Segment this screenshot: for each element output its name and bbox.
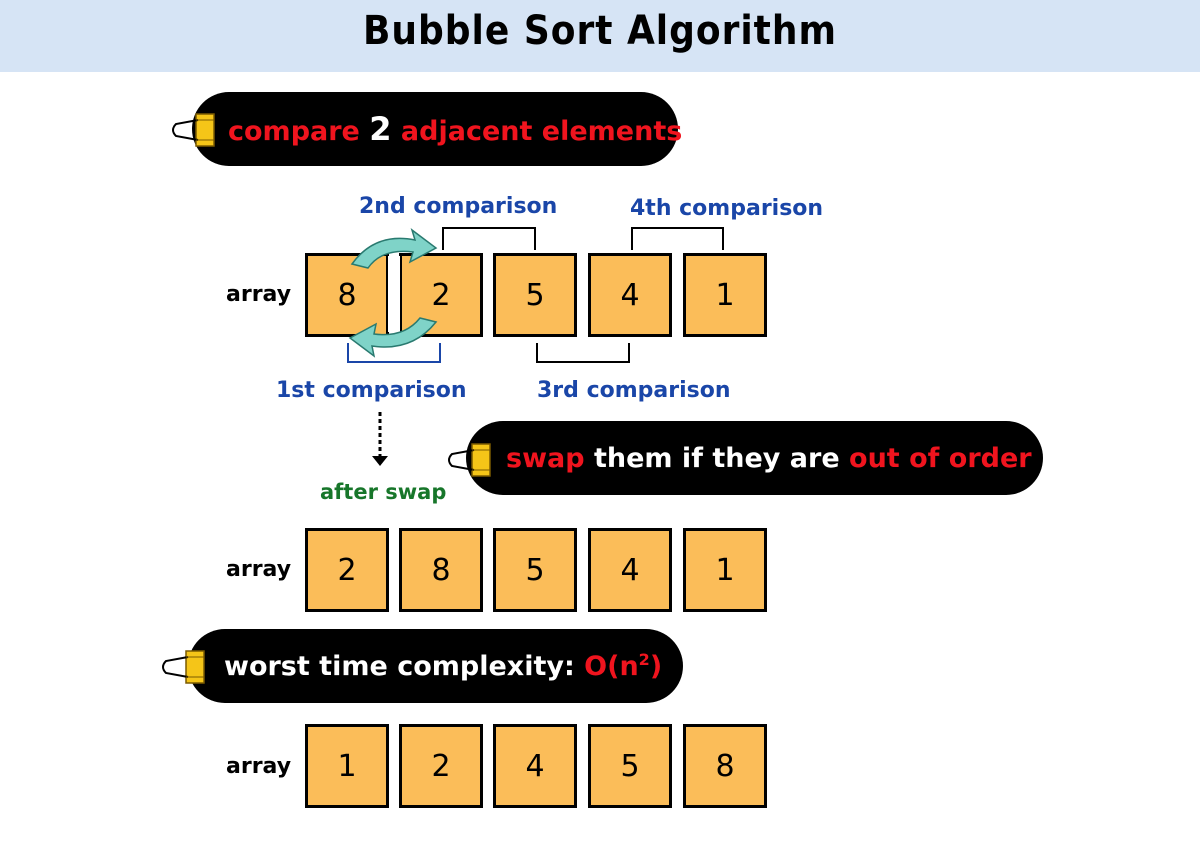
complexity-prefix: O(n	[584, 651, 639, 682]
array-cell: 2	[305, 528, 389, 612]
array-cell: 5	[588, 724, 672, 808]
array-label: array	[226, 754, 292, 779]
bracket-2nd-comparison	[442, 227, 536, 250]
bracket-3rd-comparison	[536, 343, 630, 363]
text-worst-time-complexity: worst time complexity:	[224, 651, 585, 682]
label-after-swap: after swap	[320, 480, 447, 504]
array-label: array	[226, 557, 292, 582]
array-cell: 2	[399, 724, 483, 808]
array-cell: 8	[399, 528, 483, 612]
text-out-of-order: out of order	[849, 442, 1032, 474]
callout-complexity-text: worst time complexity: O(n2)	[224, 650, 662, 682]
swap-gap	[388, 256, 400, 332]
text-them-if-they-are: them if they are	[584, 442, 850, 474]
bracket-4th-comparison	[631, 227, 724, 250]
binder-clip-icon	[448, 443, 491, 477]
array-cell: 5	[493, 528, 577, 612]
array-cell: 4	[493, 724, 577, 808]
array-cell: 8	[683, 724, 767, 808]
text-swap: swap	[506, 442, 585, 474]
array-cell: 1	[305, 724, 389, 808]
binder-clip-icon	[162, 650, 205, 684]
complexity-suffix: )	[649, 651, 663, 682]
complexity-value: O(n2)	[584, 650, 663, 682]
callout-swap-text: swap them if they are out of order	[506, 443, 1032, 474]
dotted-arrow-head-icon	[372, 456, 388, 466]
array-cell: 1	[683, 528, 767, 612]
callout-complexity: worst time complexity: O(n2)	[188, 629, 683, 703]
callout-swap: swap them if they are out of order	[466, 421, 1043, 495]
array-cell: 4	[588, 528, 672, 612]
complexity-exponent: 2	[638, 650, 650, 669]
